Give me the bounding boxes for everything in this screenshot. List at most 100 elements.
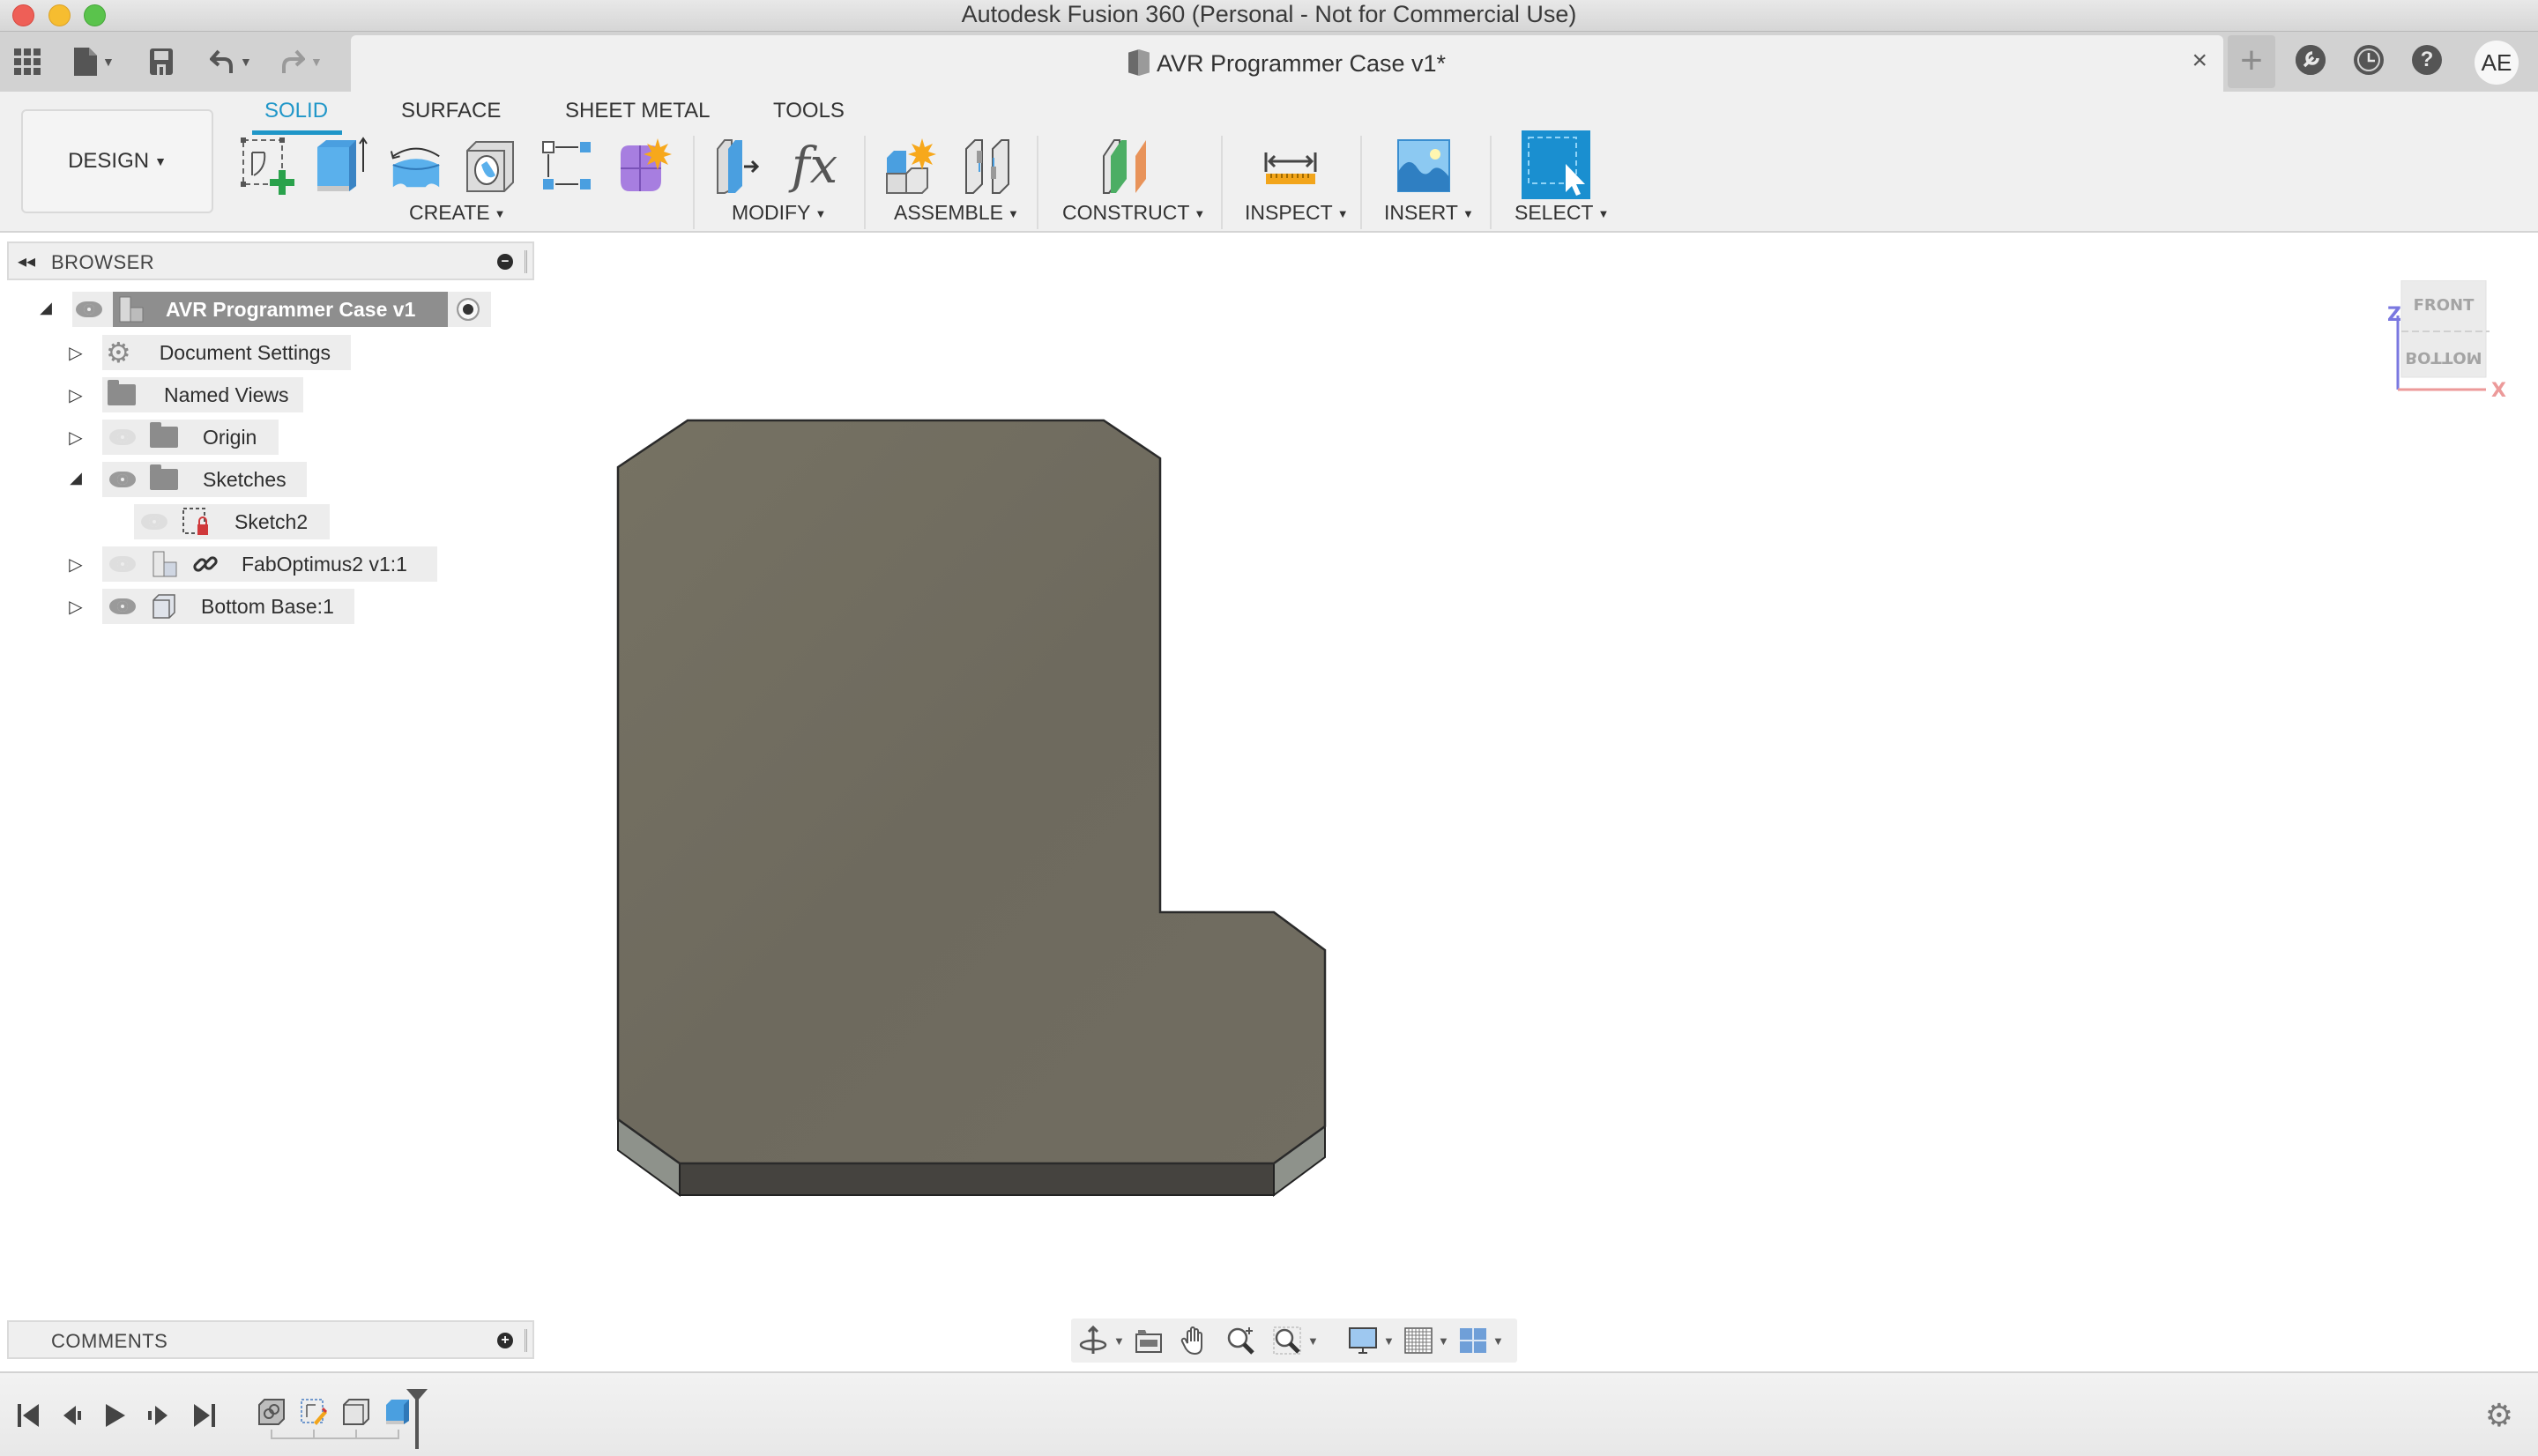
document-tab-title: AVR Programmer Case v1* bbox=[1156, 50, 1447, 77]
extrude-button[interactable] bbox=[314, 136, 370, 196]
collapsed-triangle-icon[interactable]: ▷ bbox=[67, 342, 85, 364]
add-comment-icon[interactable]: + bbox=[497, 1333, 513, 1348]
workspace-label: DESIGN bbox=[68, 149, 150, 173]
visibility-eye-icon[interactable] bbox=[109, 472, 136, 487]
assemble-menu[interactable]: ASSEMBLE ▼ bbox=[894, 201, 1019, 225]
create-form-button[interactable] bbox=[615, 136, 672, 196]
visibility-eye-icon[interactable] bbox=[109, 598, 136, 614]
press-pull-button[interactable] bbox=[712, 136, 769, 196]
body-icon bbox=[343, 1399, 369, 1425]
visibility-off-icon[interactable] bbox=[109, 429, 136, 445]
folder-icon bbox=[150, 464, 178, 490]
look-at-button[interactable] bbox=[1135, 1326, 1163, 1356]
help-icon: ? bbox=[2420, 48, 2434, 71]
joint-button[interactable] bbox=[959, 136, 1016, 196]
select-button[interactable] bbox=[1522, 130, 1590, 199]
viewcube-face-front[interactable]: FRONT bbox=[2414, 296, 2475, 315]
collapsed-triangle-icon[interactable]: ▷ bbox=[67, 553, 85, 576]
revolve-button[interactable] bbox=[388, 136, 444, 196]
viewcube-face-bottom[interactable]: BOTTOM bbox=[2405, 348, 2482, 367]
chevron-down-icon: ▼ bbox=[1492, 1333, 1504, 1348]
user-avatar[interactable]: AE bbox=[2475, 41, 2519, 85]
tab-tools[interactable]: TOOLS bbox=[773, 95, 845, 127]
design-canvas[interactable]: ◂◂ BROWSER − ◢ AVR Programmer Case v1 ▷ … bbox=[0, 234, 2538, 1368]
sketch-locked-icon bbox=[182, 508, 208, 535]
display-settings-button[interactable]: ▼ bbox=[1348, 1326, 1395, 1356]
expanded-triangle-icon[interactable]: ◢ bbox=[37, 299, 55, 317]
timeline-feature-derive[interactable] bbox=[257, 1398, 286, 1426]
undo-button[interactable]: ▼ bbox=[210, 44, 252, 79]
collapsed-triangle-icon[interactable]: ▷ bbox=[67, 427, 85, 449]
select-window-icon bbox=[1522, 130, 1590, 199]
insert-image-button[interactable] bbox=[1396, 136, 1453, 196]
orbit-button[interactable]: ▼ bbox=[1078, 1326, 1125, 1356]
tab-solid[interactable]: SOLID bbox=[251, 95, 343, 135]
tab-sheet-metal[interactable]: SHEET METAL bbox=[565, 95, 710, 127]
timeline-feature-sketch[interactable] bbox=[300, 1398, 328, 1426]
browser-item-label: Named Views bbox=[164, 383, 289, 406]
create-menu[interactable]: CREATE ▼ bbox=[409, 201, 505, 225]
press-pull-icon bbox=[717, 139, 760, 194]
step-back-button[interactable] bbox=[62, 1400, 85, 1431]
pan-button[interactable] bbox=[1180, 1326, 1209, 1356]
parameters-button[interactable]: fx bbox=[786, 136, 843, 196]
document-tab[interactable]: AVR Programmer Case v1* × bbox=[351, 35, 2223, 92]
browser-title: BROWSER bbox=[51, 251, 155, 273]
inspect-menu[interactable]: INSPECT ▼ bbox=[1245, 201, 1349, 225]
root-component-label: AVR Programmer Case v1 bbox=[166, 297, 416, 321]
go-to-end-button[interactable] bbox=[192, 1400, 215, 1431]
grid-icon bbox=[1404, 1327, 1433, 1354]
go-to-start-button[interactable] bbox=[18, 1400, 41, 1431]
visibility-off-icon[interactable] bbox=[109, 556, 136, 572]
look-at-icon bbox=[1135, 1330, 1162, 1353]
offset-plane-button[interactable] bbox=[1100, 136, 1157, 196]
hole-button[interactable] bbox=[462, 136, 518, 196]
new-tab-button[interactable]: + bbox=[2228, 35, 2275, 88]
collapse-panel-icon[interactable]: ◂◂ bbox=[18, 250, 35, 272]
panel-resize-handle[interactable] bbox=[525, 250, 527, 273]
timeline-group-bracket bbox=[271, 1430, 399, 1439]
chevron-down-icon: ▼ bbox=[154, 154, 167, 168]
visibility-off-icon[interactable] bbox=[141, 514, 167, 530]
timeline-settings-button[interactable]: ⚙ bbox=[2485, 1400, 2513, 1431]
step-forward-button[interactable] bbox=[146, 1400, 169, 1431]
extensions-button[interactable] bbox=[2296, 45, 2326, 75]
model-viewport bbox=[616, 419, 1327, 1197]
fit-button[interactable]: ▼ bbox=[1272, 1326, 1319, 1356]
construct-menu[interactable]: CONSTRUCT ▼ bbox=[1062, 201, 1205, 225]
pattern-button[interactable] bbox=[540, 136, 596, 196]
file-menu-button[interactable]: ▼ bbox=[74, 44, 115, 79]
collapsed-triangle-icon[interactable]: ▷ bbox=[67, 384, 85, 406]
help-button[interactable]: ? bbox=[2412, 45, 2442, 75]
collapsed-triangle-icon[interactable]: ▷ bbox=[67, 596, 85, 618]
modify-menu[interactable]: MODIFY ▼ bbox=[732, 201, 826, 225]
activate-radio-icon[interactable] bbox=[457, 298, 480, 321]
new-component-button[interactable] bbox=[883, 136, 940, 196]
select-menu[interactable]: SELECT ▼ bbox=[1515, 201, 1609, 225]
zoom-button[interactable] bbox=[1226, 1326, 1256, 1356]
save-button[interactable] bbox=[150, 44, 173, 79]
play-button[interactable] bbox=[104, 1400, 127, 1431]
measure-button[interactable] bbox=[1262, 136, 1319, 196]
grid-settings-button[interactable]: ▼ bbox=[1404, 1326, 1449, 1356]
close-tab-button[interactable]: × bbox=[2192, 46, 2207, 76]
modify-menu-label: MODIFY bbox=[732, 201, 811, 224]
expanded-triangle-icon[interactable]: ◢ bbox=[67, 469, 85, 487]
minimize-panel-icon[interactable]: − bbox=[497, 254, 513, 270]
insert-menu[interactable]: INSERT ▼ bbox=[1384, 201, 1474, 225]
chevron-down-icon: ▼ bbox=[1008, 207, 1019, 220]
redo-button[interactable]: ▼ bbox=[280, 44, 323, 79]
visibility-eye-icon[interactable] bbox=[76, 301, 102, 317]
offset-plane-icon bbox=[1103, 139, 1146, 194]
panel-resize-handle[interactable] bbox=[525, 1329, 527, 1352]
workspace-switcher[interactable]: DESIGN ▼ bbox=[21, 109, 213, 213]
tab-surface[interactable]: SURFACE bbox=[401, 95, 501, 127]
create-sketch-button[interactable] bbox=[240, 136, 296, 196]
comments-panel-header: COMMENTS + bbox=[7, 1320, 534, 1359]
app-grid-icon[interactable] bbox=[14, 44, 41, 79]
job-status-button[interactable] bbox=[2354, 45, 2384, 75]
viewcube[interactable]: FRONT BOTTOM Z X bbox=[2380, 279, 2530, 412]
timeline-feature-body[interactable] bbox=[342, 1398, 370, 1426]
timeline-marker[interactable] bbox=[406, 1389, 428, 1456]
viewports-button[interactable]: ▼ bbox=[1459, 1326, 1504, 1356]
